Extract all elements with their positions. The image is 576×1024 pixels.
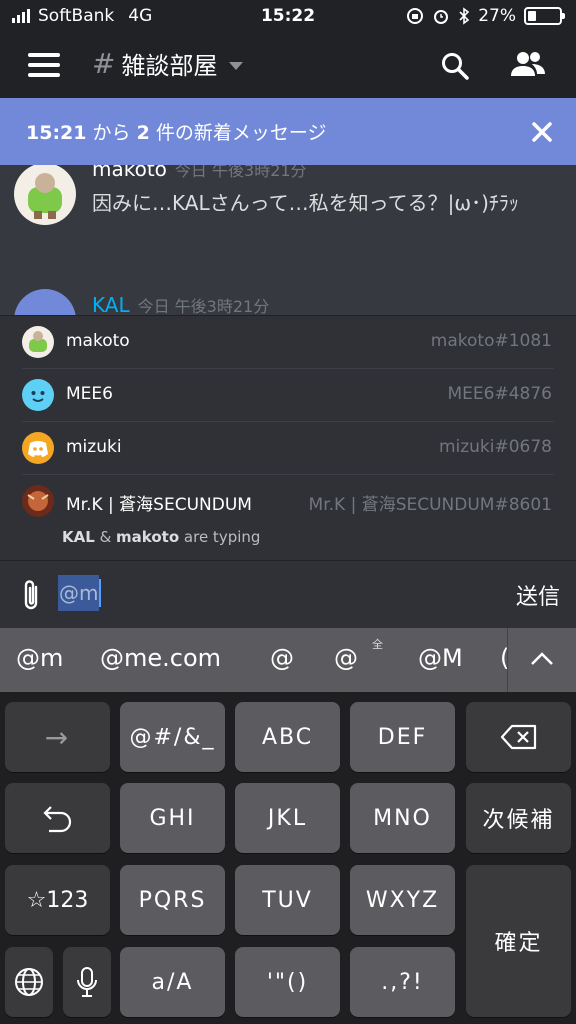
channel-hash: #	[92, 47, 116, 80]
globe-icon	[15, 968, 43, 996]
message-input-text: @m	[58, 575, 100, 611]
new-messages-from: から	[86, 122, 137, 144]
message-timestamp: 今日 午後3時21分	[174, 165, 307, 180]
mic-key[interactable]	[63, 947, 111, 1017]
divider	[507, 628, 508, 692]
punctuation-key[interactable]: .,?!	[350, 947, 455, 1017]
mention-option[interactable]: MEE6 MEE6#4876	[22, 369, 554, 422]
channel-header: # 雑談部屋	[0, 33, 576, 98]
mention-autocomplete: makoto makoto#1081 MEE6 MEE6#4876 mizuki…	[0, 315, 576, 560]
mention-tag: MEE6#4876	[447, 384, 552, 404]
typing-amp: &	[94, 528, 117, 546]
new-messages-suffix: 件の新着メッセージ	[149, 122, 327, 144]
quotes-key[interactable]: '"()	[235, 947, 340, 1017]
paperclip-icon[interactable]	[18, 577, 44, 615]
typing-user: makoto	[116, 528, 180, 546]
rotation-lock-icon	[407, 8, 424, 24]
next-candidate-key[interactable]: 次候補	[466, 783, 571, 853]
mno-key[interactable]: MNO	[350, 783, 455, 853]
suggestion-item[interactable]: (	[500, 644, 507, 672]
abc-key[interactable]: ABC	[235, 702, 340, 772]
mention-name: makoto	[66, 331, 130, 351]
mention-option[interactable]: mizuki mizuki#0678	[22, 422, 554, 475]
undo-key[interactable]	[5, 783, 110, 853]
backspace-key[interactable]	[466, 702, 571, 772]
alarm-icon	[434, 10, 449, 24]
message-author[interactable]: makoto	[92, 165, 167, 181]
new-messages-count: 2	[136, 122, 150, 144]
jkl-key[interactable]: JKL	[235, 783, 340, 853]
message-input[interactable]: @m	[58, 575, 478, 611]
def-key[interactable]: DEF	[350, 702, 455, 772]
new-messages-bar[interactable]: 15:21 から 2 件の新着メッセージ	[0, 98, 576, 165]
message-timestamp: 今日 午後3時21分	[137, 297, 270, 315]
mention-tag: makoto#1081	[430, 331, 552, 351]
text-cursor	[99, 579, 102, 607]
zenkaku-mark: 全	[372, 638, 383, 651]
suggestion-item[interactable]: @m	[16, 644, 63, 672]
symbols-key[interactable]: @#/&_	[120, 702, 225, 772]
message-author[interactable]: KAL	[92, 293, 130, 315]
message-list[interactable]: makoto 今日 午後3時21分 因みに…KALさんって…私を知ってる？|ω･)…	[0, 165, 576, 315]
message: makoto 今日 午後3時21分 因みに…KALさんって…私を知ってる？|ω･)…	[0, 165, 576, 267]
arrow-key[interactable]: →	[5, 702, 110, 772]
typing-suffix: are typing	[179, 528, 261, 546]
avatar	[22, 485, 54, 517]
avatar[interactable]	[14, 289, 76, 315]
avatar	[22, 432, 54, 464]
avatar	[22, 379, 54, 411]
globe-key[interactable]	[5, 947, 53, 1017]
battery-percent: 27%	[478, 6, 516, 26]
message-text: 因みに…KALさんって…私を知ってる？|ω･)ﾁﾗｯ	[92, 191, 519, 215]
mention-tag: Mr.K | 蒼海SECUNDUM#8601	[308, 495, 552, 515]
wxyz-key[interactable]: WXYZ	[350, 865, 455, 935]
channel-name: 雑談部屋	[121, 52, 218, 80]
pqrs-key[interactable]: PQRS	[120, 865, 225, 935]
undo-icon	[42, 806, 71, 833]
status-bar: SoftBank 4G 15:22 27%	[0, 0, 576, 33]
suggestion-item[interactable]: @M	[418, 644, 463, 672]
bluetooth-icon	[459, 7, 470, 25]
avatar	[22, 326, 54, 358]
suggestion-item[interactable]: @me.com	[100, 644, 221, 672]
chevron-up-icon[interactable]	[530, 652, 554, 666]
keyboard: @m @me.com @ @ 全 @M ( → @#/&_ ABC DEF GH…	[0, 628, 576, 1024]
message-composer: @m 送信	[0, 560, 576, 628]
suggestion-bar: @m @me.com @ @ 全 @M (	[0, 628, 576, 692]
avatar[interactable]	[14, 165, 76, 225]
mention-name: mizuki	[66, 437, 122, 457]
suggestion-item[interactable]: @	[334, 644, 358, 672]
battery-icon	[524, 7, 565, 25]
mic-icon	[77, 967, 97, 997]
mention-tag: mizuki#0678	[438, 437, 552, 457]
send-button[interactable]: 送信	[516, 579, 560, 611]
confirm-key[interactable]: 確定	[466, 865, 571, 1017]
suggestion-item[interactable]: @	[270, 644, 294, 672]
mention-name: MEE6	[66, 384, 113, 404]
backspace-icon	[500, 724, 536, 750]
mention-name: Mr.K | 蒼海SECUNDUM	[66, 495, 252, 515]
new-messages-time: 15:21	[26, 122, 87, 144]
tuv-key[interactable]: TUV	[235, 865, 340, 935]
typing-user: KAL	[62, 528, 95, 546]
mention-option[interactable]: Mr.K | 蒼海SECUNDUM Mr.K | 蒼海SECUNDUM#8601	[22, 475, 554, 528]
message: KAL 今日 午後3時21分	[0, 289, 576, 315]
typing-indicator: KAL & makoto are typing	[62, 528, 260, 546]
members-icon[interactable]	[508, 49, 548, 81]
case-toggle-key[interactable]: a/A	[120, 947, 225, 1017]
hamburger-icon[interactable]	[28, 53, 60, 77]
number-key[interactable]: ☆123	[5, 865, 110, 935]
close-icon[interactable]	[530, 120, 554, 144]
mention-option[interactable]: makoto makoto#1081	[22, 316, 554, 369]
ghi-key[interactable]: GHI	[120, 783, 225, 853]
chevron-down-icon	[229, 61, 244, 70]
channel-title[interactable]: # 雑談部屋	[92, 46, 244, 81]
search-icon[interactable]	[440, 51, 470, 81]
